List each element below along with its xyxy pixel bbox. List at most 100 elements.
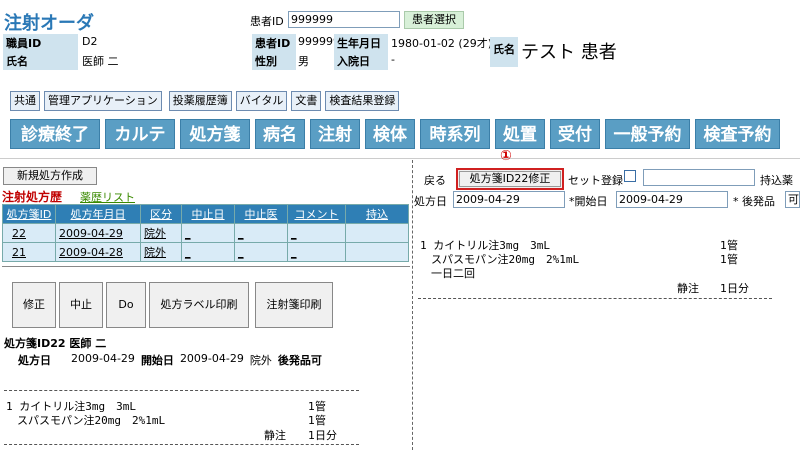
cell-bring[interactable] (345, 223, 409, 243)
start-date-input[interactable]: 2009-04-29 (616, 191, 728, 208)
patient-select-button[interactable]: 患者選択 (404, 11, 464, 29)
detail-division: 院外 (249, 354, 272, 367)
generic-select[interactable]: 可 (785, 191, 800, 208)
cell-division[interactable]: 院外 (140, 223, 182, 243)
cell-rx-date[interactable]: 2009-04-29 (55, 223, 141, 243)
detail-rx-date: 2009-04-29 (71, 352, 135, 365)
patient-id-label: 患者ID (250, 15, 284, 28)
cell-bring[interactable] (345, 242, 409, 262)
col-stop-date[interactable]: 中止日 (181, 204, 235, 224)
injection-history-table: 処方箋ID 処方年月日 区分 中止日 中止医 コメント 持込 22 2009-0… (2, 204, 409, 262)
cell-comment[interactable]: _ (287, 242, 346, 262)
order-separator (418, 298, 772, 299)
cell-comment[interactable]: _ (287, 223, 346, 243)
cell-rx-id[interactable]: 22 (2, 223, 56, 243)
detail-days: 1日分 (308, 429, 337, 442)
nav-injection[interactable]: 注射 (310, 119, 360, 149)
stop-button[interactable]: 中止 (59, 282, 103, 328)
cell-stop-doctor[interactable]: _ (234, 223, 288, 243)
detail-title: 処方箋ID22 医師 二 (4, 337, 107, 350)
set-register-label: セット登録 (568, 174, 623, 187)
drug-history-link[interactable]: 薬歴リスト (80, 189, 135, 205)
nav-timeline[interactable]: 時系列 (420, 119, 490, 149)
rx-date-label: 処方日 (414, 195, 447, 208)
nav-small-bar: 共通 管理アプリケーション 投薬履歴簿 バイタル 文書 検査結果登録 (10, 91, 400, 111)
bring-label: 持込薬 (760, 174, 793, 187)
detail-generic: 後発品可 (277, 354, 322, 367)
nav-prescription[interactable]: 処方箋 (180, 119, 250, 149)
nav-admin-app[interactable]: 管理アプリケーション (44, 91, 162, 111)
injection-history-title: 注射処方歴 (2, 190, 63, 204)
col-rx-date[interactable]: 処方年月日 (55, 204, 141, 224)
nav-procedure[interactable]: 処置 (495, 119, 545, 149)
order-route: 静注 (677, 282, 699, 295)
cell-division[interactable]: 院外 (140, 242, 182, 262)
cell-rx-id[interactable]: 21 (2, 242, 56, 262)
history-separator (2, 266, 410, 267)
nav-lab-result[interactable]: 検査結果登録 (325, 91, 400, 111)
pid-label: 患者ID (252, 34, 296, 52)
table-row[interactable]: 21 2009-04-28 院外 _ _ _ (2, 242, 409, 262)
modify-button[interactable]: 修正 (12, 282, 56, 328)
patient-name-value: テスト 患者 (521, 42, 617, 63)
nav-vital[interactable]: バイタル (235, 91, 288, 111)
detail-route: 静注 (264, 429, 286, 442)
top-divider (0, 158, 800, 159)
nav-general-appointment[interactable]: 一般予約 (605, 119, 690, 149)
cell-stop-doctor[interactable]: _ (234, 242, 288, 262)
detail-line-2: スパスモパン注20mg 2%1mL (6, 414, 166, 427)
nav-diagnosis[interactable]: 病名 (255, 119, 305, 149)
new-prescription-button[interactable]: 新規処方作成 (3, 167, 97, 185)
patient-id-input[interactable]: 999999 (288, 11, 400, 28)
detail-qty-2: 1管 (308, 414, 326, 427)
nav-document[interactable]: 文書 (291, 91, 322, 111)
staff-name-value: 医師 二 (82, 55, 119, 68)
order-qty-2: 1管 (720, 253, 738, 266)
staff-id-value: D2 (82, 35, 98, 48)
rx-date-input[interactable]: 2009-04-29 (453, 191, 565, 208)
sex-value: 男 (298, 55, 309, 68)
dob-value: 1980-01-02 (29才) (391, 37, 493, 50)
staff-name-label: 氏名 (3, 52, 78, 70)
detail-header-row: 処方日 2009-04-29 開始日 2009-04-29 院外 後発品可 (18, 352, 322, 368)
modify-rx-button[interactable]: 処方箋ID22修正 (456, 168, 564, 190)
table-row[interactable]: 22 2009-04-29 院外 _ _ _ (2, 223, 409, 243)
nav-exam-appointment[interactable]: 検査予約 (695, 119, 780, 149)
print-injection-slip-button[interactable]: 注射箋印刷 (255, 282, 333, 328)
generic-label: * 後発品 (733, 195, 775, 208)
admit-label: 入院日 (334, 52, 388, 70)
order-line-3: 一日二回 (420, 267, 475, 280)
admit-value: - (391, 53, 395, 66)
nav-reception[interactable]: 受付 (550, 119, 600, 149)
cell-stop-date[interactable]: _ (181, 242, 235, 262)
start-date-label-text: *開始日 (569, 195, 608, 208)
col-division[interactable]: 区分 (140, 204, 182, 224)
print-label-button[interactable]: 処方ラベル印刷 (149, 282, 249, 328)
cell-stop-date[interactable]: _ (181, 223, 235, 243)
detail-separator-bottom (4, 444, 359, 445)
modify-rx-label: 処方箋ID22修正 (459, 171, 561, 187)
pane-divider[interactable] (412, 160, 413, 450)
detail-separator (4, 390, 359, 391)
set-name-input[interactable] (643, 169, 755, 186)
step-annotation: ① (500, 148, 512, 164)
do-button[interactable]: Do (106, 282, 146, 328)
nav-common[interactable]: 共通 (10, 91, 40, 111)
col-stop-doctor[interactable]: 中止医 (234, 204, 288, 224)
nav-end-visit[interactable]: 診療終了 (10, 119, 100, 149)
col-comment[interactable]: コメント (287, 204, 346, 224)
sex-label: 性別 (252, 52, 296, 70)
cell-rx-date[interactable]: 2009-04-28 (55, 242, 141, 262)
set-register-checkbox[interactable] (624, 170, 636, 182)
col-bring[interactable]: 持込 (345, 204, 409, 224)
nav-big-bar: 診療終了 カルテ 処方箋 病名 注射 検体 時系列 処置 受付 一般予約 検査予… (10, 119, 780, 149)
col-rx-id[interactable]: 処方箋ID (2, 204, 56, 224)
nav-specimen[interactable]: 検体 (365, 119, 415, 149)
detail-start: 2009-04-29 (179, 352, 244, 365)
detail-rx-date-label: 処方日 (18, 354, 51, 367)
patient-name-label: 氏名 (490, 37, 518, 67)
nav-medication-history[interactable]: 投薬履歴簿 (168, 91, 232, 111)
nav-chart[interactable]: カルテ (105, 119, 175, 149)
back-link[interactable]: 戻る (424, 172, 446, 188)
staff-id-label: 職員ID (3, 34, 78, 52)
